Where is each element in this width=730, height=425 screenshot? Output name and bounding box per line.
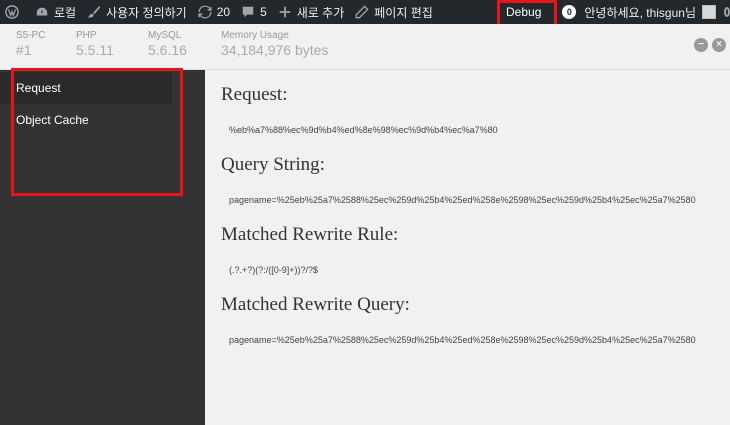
brush-icon (86, 4, 102, 20)
updates-link[interactable]: 20 (192, 0, 235, 24)
query-string-value: pagename=%25eb%25a7%2588%25ec%259d%25b4%… (229, 195, 696, 205)
customize-link[interactable]: 사용자 정의하기 (81, 0, 192, 24)
request-heading: Request: (221, 84, 288, 105)
close-icon[interactable]: × (712, 38, 726, 52)
matched-rule-heading: Matched Rewrite Rule: (221, 224, 399, 245)
php-value: 5.5.11 (76, 42, 114, 58)
comments-count: 5 (260, 5, 267, 19)
plus-icon (277, 4, 293, 20)
admin-bar: 로컬 사용자 정의하기 20 5 새로 추가 페이지 편집 Debug 0 안녕… (0, 0, 730, 24)
greeting-label: 안녕하세요, thisgun님 (584, 5, 696, 20)
admin-bar-left: 로컬 사용자 정의하기 20 5 새로 추가 페이지 편집 (0, 0, 438, 24)
customize-label: 사용자 정의하기 (106, 5, 187, 20)
wordpress-menu[interactable] (0, 0, 29, 24)
edit-page-label: 페이지 편집 (374, 5, 433, 20)
host-label: S5-PC (16, 30, 46, 41)
avatar (702, 5, 716, 19)
debug-content: Request: %eb%a7%88%ec%9d%b4%ed%8e%98%ec%… (205, 70, 730, 425)
host-stat: S5-PC #1 (16, 30, 45, 58)
site-name-label: 로컬 (54, 5, 77, 20)
search-icon (724, 7, 730, 17)
notification-badge: 0 (562, 5, 577, 19)
debug-sidebar: Request Object Cache (0, 68, 205, 425)
admin-bar-right: Debug 0 안녕하세요, thisgun님 (494, 0, 730, 24)
pencil-icon (354, 4, 370, 20)
updates-count: 20 (216, 5, 231, 19)
debug-label: Debug (506, 5, 542, 19)
php-stat: PHP 5.5.11 (76, 30, 114, 58)
debug-menu[interactable]: Debug (494, 0, 553, 24)
panel-controls: − × (690, 38, 726, 52)
mysql-stat: MySQL 5.6.16 (148, 30, 187, 58)
sidebar-item-label: Object Cache (16, 113, 89, 127)
new-content-menu[interactable]: 새로 추가 (272, 0, 350, 24)
php-label: PHP (76, 30, 97, 41)
sidebar-item-object-cache[interactable]: Object Cache (0, 104, 172, 136)
matched-query-heading: Matched Rewrite Query: (221, 294, 410, 315)
debug-header: S5-PC #1 PHP 5.5.11 MySQL 5.6.16 Memory … (0, 24, 730, 70)
memory-stat: Memory Usage 34,184,976 bytes (221, 30, 328, 58)
my-account-menu[interactable]: 0 안녕하세요, thisgun님 (557, 0, 716, 24)
request-value: %eb%a7%88%ec%9d%b4%ed%8e%98%ec%9d%b4%ec%… (229, 125, 498, 135)
comments-link[interactable]: 5 (235, 0, 272, 24)
edit-page-link[interactable]: 페이지 편집 (349, 0, 438, 24)
matched-query-value: pagename=%25eb%25a7%2588%25ec%259d%25b4%… (229, 335, 696, 345)
host-value: #1 (16, 42, 32, 58)
memory-value: 34,184,976 bytes (221, 42, 329, 58)
site-name-menu[interactable]: 로컬 (29, 0, 81, 24)
new-content-label: 새로 추가 (296, 5, 345, 20)
wordpress-logo-icon (4, 4, 20, 20)
dashboard-icon (34, 4, 50, 20)
comment-icon (240, 4, 256, 20)
minimize-icon[interactable]: − (694, 38, 708, 52)
query-string-heading: Query String: (221, 154, 325, 175)
matched-rule-value: (.?.+?)(?:/([0-9]+))?/?$ (229, 265, 319, 275)
mysql-label: MySQL (148, 30, 182, 41)
mysql-value: 5.6.16 (148, 42, 187, 58)
updates-icon (197, 4, 213, 20)
sidebar-item-request[interactable]: Request (0, 72, 172, 104)
memory-label: Memory Usage (221, 30, 289, 41)
search-toggle[interactable] (716, 0, 730, 24)
sidebar-item-label: Request (16, 81, 61, 95)
